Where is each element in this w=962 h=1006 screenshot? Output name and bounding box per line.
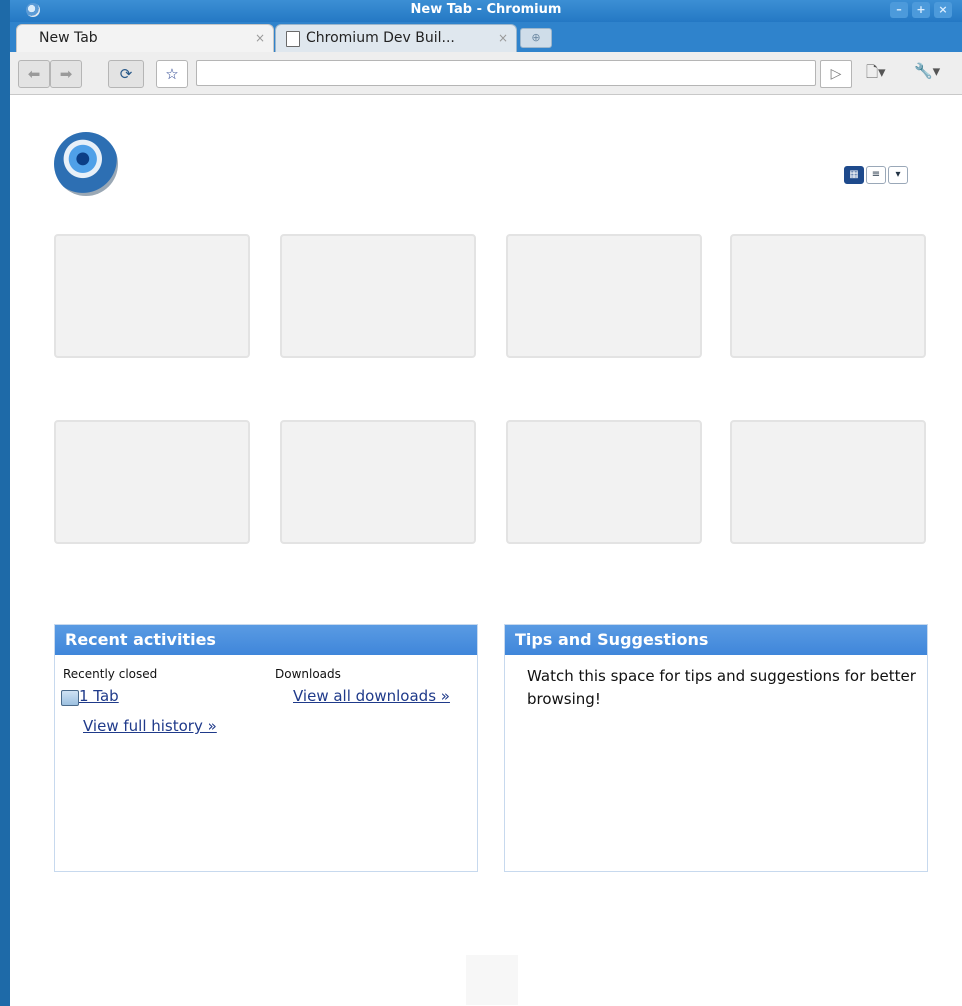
title-bar[interactable]: New Tab - Chromium – + × (10, 0, 962, 22)
tab-label: Chromium Dev Buil... (306, 30, 455, 46)
tab-close-icon[interactable]: × (255, 31, 265, 45)
forward-button[interactable]: ➡ (50, 60, 82, 88)
most-visited-thumbnail[interactable] (730, 234, 926, 358)
plus-icon: ⊕ (531, 31, 541, 44)
bookmark-star-button[interactable]: ☆ (156, 60, 188, 88)
star-icon: ☆ (165, 65, 179, 83)
tips-panel: Tips and Suggestions Watch this space fo… (504, 624, 928, 872)
window-title: New Tab - Chromium (410, 2, 562, 17)
new-tab-button[interactable]: ⊕ (520, 28, 552, 48)
tips-title: Tips and Suggestions (505, 625, 927, 655)
dropdown-icon[interactable]: ▾ (888, 166, 908, 184)
folder-icon (61, 690, 79, 706)
most-visited-thumbnail[interactable] (280, 234, 476, 358)
tips-text: Watch this space for tips and suggestion… (527, 667, 916, 708)
go-button[interactable]: ▷ (820, 60, 852, 88)
recently-closed-label: Recently closed (63, 667, 158, 681)
tab-label: New Tab (39, 30, 98, 46)
play-icon: ▷ (830, 66, 842, 82)
wrench-menu-button[interactable]: 🔧▾ (914, 62, 940, 80)
back-arrow-icon: ⬅ (27, 65, 41, 83)
chromium-logo (54, 132, 118, 196)
reload-button[interactable]: ⟳ (108, 60, 144, 88)
most-visited-thumbnail[interactable] (506, 420, 702, 544)
list-view-icon[interactable]: ≡ (866, 166, 886, 184)
forward-arrow-icon: ➡ (59, 65, 73, 83)
tab-chromium-dev-build[interactable]: Chromium Dev Buil... × (275, 24, 517, 53)
recently-closed-item-link[interactable]: 1 Tab (79, 687, 119, 705)
most-visited-thumbnail[interactable] (506, 234, 702, 358)
minimize-button[interactable]: – (890, 2, 908, 18)
page-menu-icon: 🗋▾ (866, 63, 886, 81)
wrench-icon: 🔧▾ (914, 62, 941, 80)
reload-icon: ⟳ (119, 65, 133, 83)
maximize-button[interactable]: + (912, 2, 930, 18)
close-window-button[interactable]: × (934, 2, 952, 18)
grid-view-icon[interactable]: ▦ (844, 166, 864, 184)
downloads-label: Downloads (275, 667, 341, 681)
view-full-history-link[interactable]: View full history » (83, 717, 217, 735)
most-visited-thumbnail[interactable] (280, 420, 476, 544)
toolbar: ⬅ ➡ ⟳ ☆ ▷ 🗋▾ 🔧▾ (10, 52, 962, 95)
window-left-edge (0, 0, 10, 1006)
most-visited-thumbnail[interactable] (54, 420, 250, 544)
most-visited-thumbnail[interactable] (730, 420, 926, 544)
view-all-downloads-link[interactable]: View all downloads » (293, 687, 450, 705)
tab-close-icon[interactable]: × (498, 31, 508, 45)
recent-activities-title: Recent activities (55, 625, 477, 655)
most-visited-thumbnail[interactable] (54, 234, 250, 358)
page-icon (286, 31, 300, 47)
back-button[interactable]: ⬅ (18, 60, 50, 88)
recent-activities-panel: Recent activities Recently closed Downlo… (54, 624, 478, 872)
browser-window: New Tab - Chromium – + × New Tab × Chrom… (10, 0, 962, 1006)
tab-new-tab[interactable]: New Tab × (16, 24, 274, 53)
page-menu-button[interactable]: 🗋▾ (866, 62, 886, 87)
address-bar[interactable] (196, 60, 816, 86)
bottom-placeholder (466, 955, 518, 1005)
